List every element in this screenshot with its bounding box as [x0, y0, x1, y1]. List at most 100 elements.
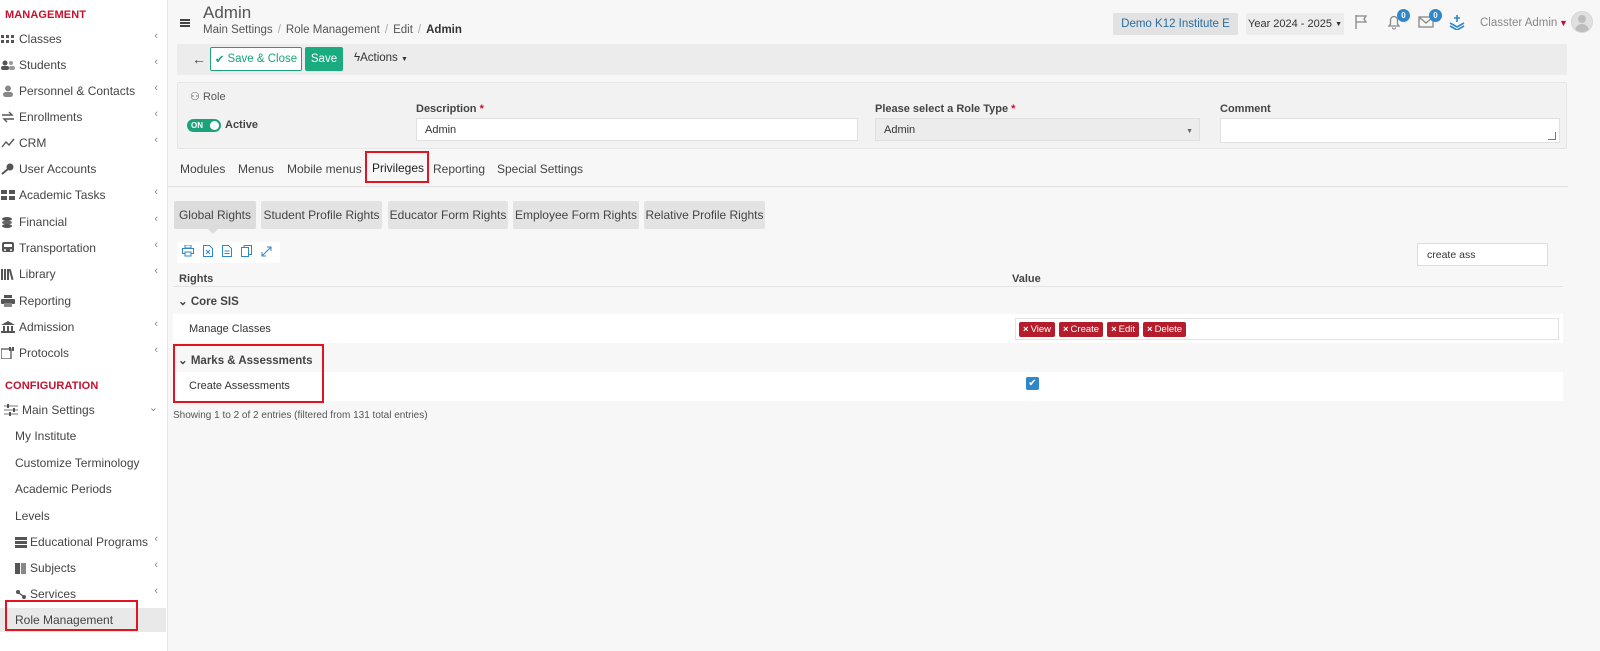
- institute-selector[interactable]: Demo K12 Institute E: [1113, 13, 1238, 35]
- tab-modules[interactable]: Modules: [180, 162, 225, 176]
- printer-icon: [1, 295, 15, 307]
- avatar[interactable]: [1571, 11, 1593, 33]
- sidebar-item-label: Enrollments: [19, 110, 83, 124]
- bell-icon[interactable]: 0: [1386, 9, 1410, 32]
- pdf-icon[interactable]: [222, 245, 232, 260]
- sidebar-item-levels[interactable]: Levels: [0, 504, 166, 528]
- sidebar-item-my-institute[interactable]: My Institute: [0, 424, 166, 448]
- save-button[interactable]: Save: [305, 47, 343, 71]
- sidebar-item-academic-periods[interactable]: Academic Periods: [0, 477, 166, 501]
- column-header-value[interactable]: Value: [1012, 273, 1041, 285]
- page-title: Admin: [203, 3, 252, 22]
- sidebar-item-label: Admission: [19, 320, 75, 334]
- tab-special-settings[interactable]: Special Settings: [497, 162, 583, 176]
- export-toolbar: [177, 242, 280, 263]
- right-checkbox[interactable]: ✔: [1026, 377, 1039, 390]
- sidebar-item-user-accounts[interactable]: User Accounts: [0, 157, 166, 181]
- hamburger-menu-icon[interactable]: [180, 19, 190, 27]
- chip-delete[interactable]: × Delete: [1143, 321, 1187, 337]
- chevron-left-icon: ‹: [154, 134, 158, 146]
- breadcrumb-item[interactable]: Edit: [393, 24, 413, 36]
- column-header-rights[interactable]: Rights: [179, 273, 213, 285]
- sidebar-item-enrollments[interactable]: Enrollments ‹: [0, 105, 166, 129]
- back-arrow-icon[interactable]: ←: [192, 51, 206, 67]
- main-content: Admin Main Settings / Role Management / Ed…: [168, 0, 1600, 651]
- services-icon: [15, 589, 27, 600]
- sidebar-item-educational-programs[interactable]: Educational Programs ‹: [0, 530, 166, 554]
- sidebar-item-financial[interactable]: Financial ‹: [0, 210, 166, 234]
- subtab-employee-form-rights[interactable]: Employee Form Rights: [513, 201, 639, 229]
- sidebar-item-label: Students: [19, 58, 67, 72]
- year-selector[interactable]: Year 2024 - 2025 ▼: [1246, 13, 1344, 35]
- breadcrumb-item[interactable]: Role Management: [286, 24, 380, 36]
- save-close-button[interactable]: ✔ Save & Close: [210, 47, 302, 71]
- sidebar-item-label: My Institute: [15, 429, 77, 443]
- remove-icon[interactable]: ×: [1063, 324, 1069, 335]
- subtab-student-profile-rights[interactable]: Student Profile Rights: [261, 201, 382, 229]
- chevron-down-icon: ⌄: [148, 402, 158, 414]
- year-label: Year 2024 - 2025: [1248, 18, 1332, 30]
- role-type-label: Please select a Role Type *: [875, 103, 1016, 115]
- sidebar-item-library[interactable]: Library ‹: [0, 262, 166, 286]
- active-toggle[interactable]: ON: [187, 119, 221, 132]
- book-icon: [15, 562, 27, 574]
- user-name[interactable]: Classter Admin: [1480, 17, 1557, 29]
- group-header-core-sis[interactable]: ⌄ Core SIS: [178, 294, 239, 308]
- tab-menus[interactable]: Menus: [238, 162, 274, 176]
- active-pointer: [207, 228, 219, 234]
- tab-mobile-menus[interactable]: Mobile menus: [287, 162, 362, 176]
- sidebar-item-main-settings[interactable]: Main Settings ⌄: [0, 398, 166, 422]
- copy-icon[interactable]: [241, 245, 252, 260]
- chevron-left-icon: ‹: [154, 318, 158, 330]
- actions-label: Actions: [360, 52, 398, 64]
- fullscreen-icon[interactable]: [261, 246, 272, 260]
- print-icon[interactable]: [182, 244, 194, 260]
- chip-view[interactable]: × View: [1019, 321, 1055, 337]
- description-input[interactable]: Admin: [416, 118, 858, 141]
- sidebar-item-protocols[interactable]: Protocols ‹: [0, 341, 166, 365]
- flag-icon[interactable]: [1354, 14, 1372, 32]
- highlight-box: [365, 151, 429, 183]
- sidebar-item-students[interactable]: Students ‹: [0, 53, 166, 77]
- excel-icon[interactable]: [203, 245, 213, 260]
- remove-icon[interactable]: ×: [1147, 324, 1153, 335]
- sidebar-item-reporting[interactable]: Reporting: [0, 289, 166, 313]
- subtab-educator-form-rights[interactable]: Educator Form Rights: [388, 201, 508, 229]
- sidebar-item-admission[interactable]: Admission ‹: [0, 315, 166, 339]
- search-input[interactable]: create ass: [1417, 243, 1548, 266]
- tab-reporting[interactable]: Reporting: [433, 162, 485, 176]
- role-form: ⚇ Role ON Active Description * Admin Ple…: [177, 82, 1567, 149]
- crm-icon: [1, 137, 15, 149]
- caret-down-icon: ▼: [401, 56, 408, 63]
- layers-icon[interactable]: [1448, 14, 1466, 32]
- comment-textarea[interactable]: [1220, 118, 1560, 143]
- chevron-left-icon: ‹: [154, 239, 158, 251]
- chip-create[interactable]: × Create: [1058, 321, 1104, 337]
- remove-icon[interactable]: ×: [1111, 324, 1117, 335]
- subtab-global-rights[interactable]: Global Rights: [174, 201, 256, 229]
- breadcrumb-item[interactable]: Main Settings: [203, 24, 273, 36]
- sidebar-item-crm[interactable]: CRM ‹: [0, 131, 166, 155]
- mail-icon[interactable]: 0: [1418, 9, 1442, 32]
- sidebar-item-label: User Accounts: [19, 162, 97, 176]
- sidebar-item-subjects[interactable]: Subjects ‹: [0, 556, 166, 580]
- remove-icon[interactable]: ×: [1023, 324, 1029, 335]
- sidebar-item-label: Subjects: [30, 561, 77, 575]
- sidebar-item-transportation[interactable]: Transportation ‹: [0, 236, 166, 260]
- caret-down-icon[interactable]: ▼: [1559, 18, 1568, 28]
- sidebar-item-academic-tasks[interactable]: Academic Tasks ‹: [0, 183, 166, 207]
- sidebar-item-label: Financial: [19, 215, 68, 229]
- subtab-relative-profile-rights[interactable]: Relative Profile Rights: [644, 201, 765, 229]
- actions-dropdown[interactable]: ϟActions ▼: [354, 52, 408, 64]
- role-type-select[interactable]: Admin ▼: [875, 118, 1200, 141]
- sidebar-item-label: Levels: [15, 509, 50, 523]
- rights-chips-field[interactable]: × View × Create × Edit × Delete: [1015, 318, 1559, 340]
- sidebar-item-personnel[interactable]: Personnel & Contacts ‹: [0, 79, 166, 103]
- notification-badge: 0: [1397, 9, 1410, 22]
- description-label: Description *: [416, 103, 484, 115]
- resize-handle-icon[interactable]: [1548, 132, 1556, 140]
- sidebar-item-classes[interactable]: Classes ‹: [0, 27, 166, 51]
- sidebar-item-customize-terminology[interactable]: Customize Terminology: [0, 451, 166, 475]
- sidebar-item-label: Protocols: [19, 346, 70, 360]
- chip-edit[interactable]: × Edit: [1107, 321, 1139, 337]
